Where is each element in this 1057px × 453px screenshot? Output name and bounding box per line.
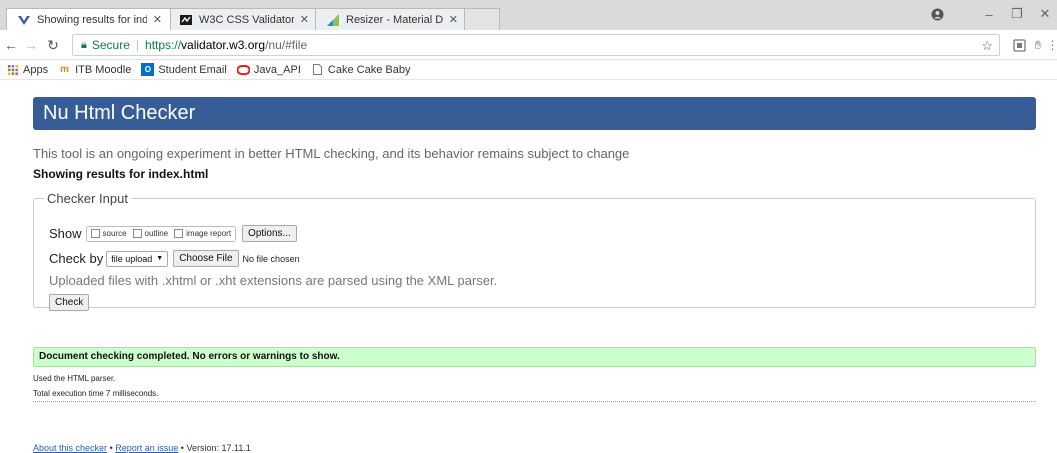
show-label: Show <box>49 226 82 241</box>
dotted-divider <box>33 401 1036 402</box>
bookmark-student-email[interactable]: O Student Email <box>141 63 227 76</box>
reload-icon[interactable]: ↻ <box>44 35 62 55</box>
close-icon[interactable]: ✕ <box>300 13 309 26</box>
page-banner: Nu Html Checker <box>33 97 1036 130</box>
bookmark-star-icon[interactable]: ☆ <box>981 38 993 54</box>
options-button[interactable]: Options... <box>242 225 297 242</box>
showing-results-heading: Showing results for index.html <box>33 167 209 181</box>
close-icon[interactable]: ✕ <box>449 13 458 26</box>
parser-info: Used the HTML parser. <box>33 374 116 383</box>
moodle-icon: m <box>60 64 70 75</box>
tab-title: Resizer - Material Design <box>346 13 443 26</box>
tab-title: Showing results for index <box>37 13 147 26</box>
url-scheme: https:// <box>145 38 182 52</box>
footer-bullet: • <box>109 443 113 453</box>
checker-input-fieldset: Checker Input Show source outline image … <box>33 191 1036 311</box>
check-by-label: Check by <box>49 251 104 266</box>
check-by-row: Check by file upload ▼ Choose File No fi… <box>49 250 300 267</box>
bookmark-label: Apps <box>23 63 49 76</box>
check-button[interactable]: Check <box>49 294 90 311</box>
back-icon[interactable]: ← <box>2 35 20 55</box>
close-window-icon[interactable]: ✕ <box>1036 4 1054 24</box>
show-row: Show source outline image report Options… <box>49 225 297 242</box>
bookmark-label: ITB Moodle <box>75 63 132 76</box>
xml-parser-hint: Uploaded files with .xhtml or .xht exten… <box>49 273 498 288</box>
tab-css-validator[interactable]: W3C CSS Validator result ✕ <box>168 8 318 30</box>
forward-icon[interactable]: → <box>22 35 40 55</box>
about-checker-link[interactable]: About this checker <box>33 443 107 453</box>
restore-icon[interactable]: ❐ <box>1008 4 1026 24</box>
close-icon[interactable]: ✕ <box>153 13 162 26</box>
w3c-favicon <box>179 13 193 27</box>
page-title: Nu Html Checker <box>43 102 196 124</box>
check-by-select[interactable]: file upload ▼ <box>106 250 169 267</box>
apps-grid-icon <box>6 63 19 76</box>
bookmark-label: Cake Cake Baby <box>327 63 411 76</box>
address-bar[interactable]: 🔒︎ Secure | https:// validator.w3.org /n… <box>72 34 1000 56</box>
tab-resizer[interactable]: Resizer - Material Design ✕ <box>315 8 467 30</box>
url-host: validator.w3.org <box>181 38 266 52</box>
minimize-icon[interactable]: – <box>980 4 998 24</box>
lock-icon: 🔒︎ <box>81 38 87 51</box>
checker-input-legend: Checker Input <box>47 191 128 206</box>
check-by-value: file upload <box>111 253 153 264</box>
page-icon <box>311 63 324 76</box>
oracle-icon <box>236 63 250 76</box>
image-report-checkbox[interactable] <box>174 229 184 238</box>
nu-checker-favicon <box>17 13 31 27</box>
bookmark-java-api[interactable]: Java_API <box>236 63 301 76</box>
tab-title: W3C CSS Validator result <box>199 13 294 26</box>
file-status: No file chosen <box>242 253 300 264</box>
new-tab-button[interactable] <box>464 8 500 30</box>
profile-icon[interactable] <box>928 4 946 24</box>
tab-nu-checker[interactable]: Showing results for index ✕ <box>6 8 171 30</box>
hint-row: Uploaded files with .xhtml or .xht exten… <box>49 273 497 288</box>
bookmark-label: Java_API <box>253 63 301 76</box>
source-checkbox[interactable] <box>90 229 100 238</box>
extension-icon[interactable] <box>1011 37 1027 53</box>
menu-dots-icon[interactable]: ⋮ <box>1047 37 1057 53</box>
outline-checkbox[interactable] <box>132 229 142 238</box>
bookmark-cake-cake-baby[interactable]: Cake Cake Baby <box>311 63 411 76</box>
bookmark-apps[interactable]: Apps <box>6 63 48 76</box>
success-message: Document checking completed. No errors o… <box>33 347 1036 367</box>
resizer-favicon <box>326 13 340 27</box>
bookmark-label: Student Email <box>158 63 227 76</box>
execution-time: Total execution time 7 milliseconds. <box>33 389 159 398</box>
bookmarks-bar: Apps m ITB Moodle O Student Email Java_A… <box>0 60 1057 80</box>
footer: About this checker • Report an issue • V… <box>33 443 251 453</box>
browser-toolbar: ← → ↻ 🔒︎ Secure | https:// validator.w3.… <box>0 30 1057 60</box>
choose-file-button[interactable]: Choose File <box>173 250 239 267</box>
report-issue-link[interactable]: Report an issue <box>115 443 178 453</box>
chevron-down-icon: ▼ <box>156 255 164 262</box>
intro-text: This tool is an ongoing experiment in be… <box>33 146 630 161</box>
tab-strip: Showing results for index ✕ W3C CSS Vali… <box>0 0 1057 30</box>
bookmark-itb-moodle[interactable]: m ITB Moodle <box>58 63 131 76</box>
extension-hand-icon[interactable]: ✋︎ <box>1030 37 1046 53</box>
source-option-label: source <box>102 229 127 238</box>
show-options-group: source outline image report <box>85 225 237 242</box>
secure-label: Secure <box>91 38 130 52</box>
version-text: • Version: 17.11.1 <box>180 443 251 453</box>
address-separator: | <box>135 38 140 52</box>
outline-option-label: outline <box>144 229 169 238</box>
url-path: /nu/#file <box>265 38 308 52</box>
check-row: Check <box>49 294 90 311</box>
image-report-option-label: image report <box>186 229 232 238</box>
outlook-icon: O <box>141 63 155 76</box>
